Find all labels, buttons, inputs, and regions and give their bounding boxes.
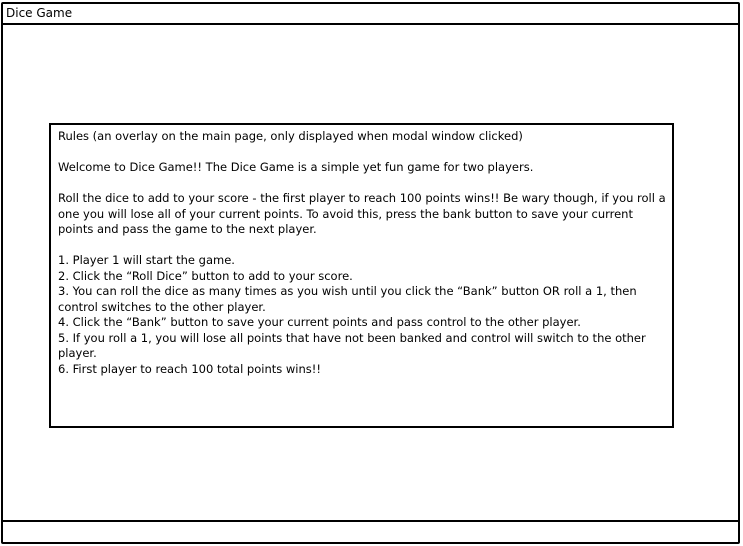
rules-welcome-text: Welcome to Dice Game!! The Dice Game is … [58, 160, 534, 174]
title-bar: Dice Game [1, 2, 740, 25]
rules-intro-text: Roll the dice to add to your score - the… [58, 191, 666, 236]
rules-step: 5. If you roll a 1, you will lose all po… [58, 330, 646, 361]
app-title: Dice Game [6, 6, 73, 20]
rules-step: 1. Player 1 will start the game. [58, 253, 235, 267]
rules-modal: Rules (an overlay on the main page, only… [49, 123, 674, 428]
rules-modal-content: Rules (an overlay on the main page, only… [58, 129, 668, 377]
footer-divider [1, 520, 740, 522]
rules-step: 4. Click the “Bank” button to save your … [58, 315, 581, 329]
rules-steps-list: 1. Player 1 will start the game. 2. Clic… [58, 253, 668, 377]
rules-step: 2. Click the “Roll Dice” button to add t… [58, 268, 353, 283]
rules-heading: Rules (an overlay on the main page, only… [58, 129, 523, 143]
rules-step: 3. You can roll the dice as many times a… [58, 284, 637, 314]
rules-step: 6. First player to reach 100 total point… [58, 361, 321, 376]
